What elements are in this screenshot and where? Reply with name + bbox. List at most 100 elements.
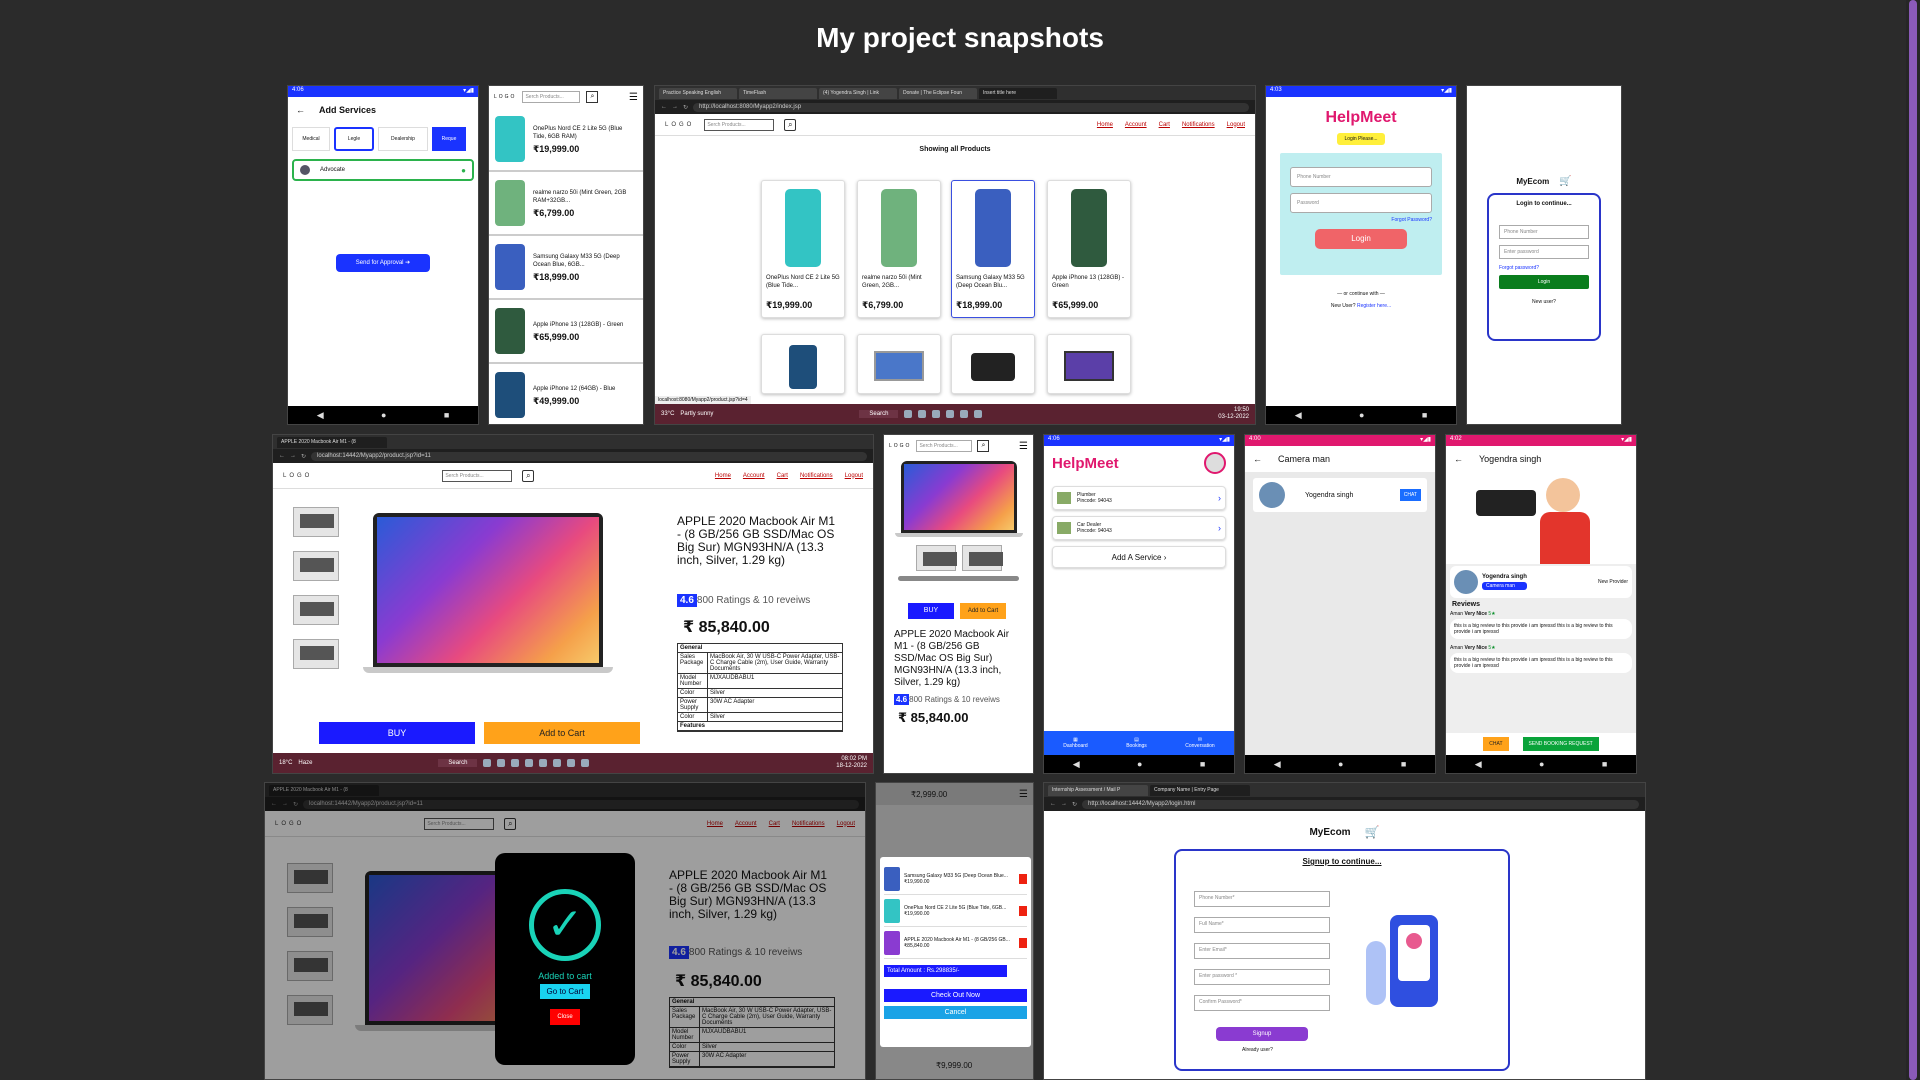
signup-field[interactable]: Full Name* bbox=[1194, 917, 1330, 933]
back-arrow-icon[interactable]: ← bbox=[1454, 454, 1463, 464]
add-to-cart-button[interactable]: Add to Cart bbox=[960, 603, 1006, 619]
app-icon[interactable] bbox=[974, 410, 983, 418]
back-icon[interactable]: ← bbox=[1050, 801, 1056, 807]
back-arrow-icon[interactable]: ← bbox=[1253, 454, 1262, 464]
taskbar-search[interactable]: Search bbox=[438, 759, 478, 767]
snapshot-desktop-product-listing[interactable]: Practice Speaking English TimeFlash (4) Yo… bbox=[654, 85, 1256, 425]
search-input[interactable]: Serch Products... bbox=[442, 469, 513, 482]
product-list-item[interactable]: OnePlus Nord CE 2 Lite 5G (Blue Tide, 6G… bbox=[489, 108, 643, 172]
snapshot-provider-profile[interactable]: 4:02 ▾◢▮ ← Yogendra singh Yogendra singh … bbox=[1445, 434, 1637, 774]
taskbar-search[interactable]: Search bbox=[859, 410, 899, 418]
search-icon[interactable]: ⌕ bbox=[522, 469, 535, 482]
menu-icon[interactable]: ☰ bbox=[629, 92, 638, 103]
app-icon[interactable] bbox=[932, 410, 941, 418]
nav-back-icon[interactable]: ◀ bbox=[1274, 759, 1281, 770]
product-card[interactable] bbox=[951, 334, 1035, 394]
snapshot-add-services[interactable]: 4:06 ▾◢▮ ← Add Services Medical Legle Dea… bbox=[287, 85, 479, 425]
nav-home[interactable]: Home bbox=[715, 473, 731, 479]
product-card[interactable] bbox=[761, 334, 845, 394]
snapshot-added-to-cart[interactable]: APPLE 2020 Macbook Air M1 - (8 ← → ↻ local… bbox=[264, 782, 866, 1080]
signup-field[interactable]: Enter Email* bbox=[1194, 943, 1330, 959]
app-icon[interactable] bbox=[525, 759, 534, 767]
nav-home[interactable]: Home bbox=[1097, 122, 1113, 128]
new-user-link[interactable]: New user? bbox=[1499, 299, 1589, 305]
product-thumbnail[interactable] bbox=[293, 551, 339, 581]
checkout-button[interactable]: Check Out Now bbox=[884, 989, 1027, 1002]
product-thumbnail[interactable] bbox=[293, 507, 339, 537]
delete-icon[interactable] bbox=[1019, 937, 1027, 948]
phone-input[interactable]: Phone Number bbox=[1499, 225, 1589, 239]
thumbnail-scrollbar[interactable] bbox=[898, 576, 1019, 581]
browser-tab[interactable]: (4) Yogendra Singh | Link bbox=[819, 87, 897, 99]
snapshot-cart-summary[interactable]: ₹2,999.00 ☰ Samsung Galaxy M33 5G (Deep … bbox=[875, 782, 1034, 1080]
nav-notifications[interactable]: Notifications bbox=[800, 473, 833, 479]
browser-tab[interactable]: Company Name | Entry Page bbox=[1150, 784, 1250, 796]
back-icon[interactable]: ← bbox=[661, 104, 667, 110]
url-field[interactable]: localhost:14442/Myapp2/product.jsp?id=11 bbox=[311, 451, 867, 461]
nav-logout[interactable]: Logout bbox=[845, 473, 863, 479]
nav-home-icon[interactable]: ● bbox=[381, 410, 386, 420]
add-to-cart-button[interactable]: Add to Cart bbox=[484, 722, 640, 744]
signup-button[interactable]: Signup bbox=[1216, 1027, 1308, 1041]
forward-icon[interactable]: → bbox=[1061, 801, 1067, 807]
nav-recents-icon[interactable]: ■ bbox=[1200, 759, 1205, 769]
product-list-item[interactable]: Samsung Galaxy M33 5G (Deep Ocean Blue, … bbox=[489, 236, 643, 300]
product-card[interactable]: realme narzo 50i (Mint Green, 2GB... ₹6,7… bbox=[857, 180, 941, 318]
nav-home-icon[interactable]: ● bbox=[1137, 759, 1142, 769]
send-approval-button[interactable]: Send for Approval ➔ bbox=[336, 254, 430, 272]
product-list-item[interactable]: realme narzo 50i (Mint Green, 2GB RAM+32… bbox=[489, 172, 643, 236]
snapshot-myecom-login[interactable]: MyEcom 🛒 Login to continue... Phone Numb… bbox=[1466, 85, 1622, 425]
forward-icon[interactable]: → bbox=[290, 453, 296, 459]
add-service-button[interactable]: Add A Service › bbox=[1052, 546, 1226, 568]
reload-icon[interactable]: ↻ bbox=[1072, 801, 1077, 808]
back-arrow-icon[interactable]: ← bbox=[296, 105, 305, 115]
service-card[interactable]: Car Dealer Pincode: 94043 › bbox=[1052, 516, 1226, 540]
login-button[interactable]: Login bbox=[1499, 275, 1589, 289]
back-icon[interactable]: ← bbox=[279, 453, 285, 459]
snapshot-helpmeet-dashboard[interactable]: 4:06 ▾◢▮ HelpMeet Plumber Pincode: 94043 › C… bbox=[1043, 434, 1235, 774]
delete-icon[interactable] bbox=[1019, 905, 1027, 916]
nav-account[interactable]: Account bbox=[1125, 122, 1147, 128]
menu-icon[interactable]: ☰ bbox=[1019, 441, 1028, 452]
snapshot-desktop-signup[interactable]: Internship Assessment / Mail P Company Na… bbox=[1043, 782, 1646, 1080]
browser-tab[interactable]: Practice Speaking English bbox=[659, 87, 737, 99]
nav-back-icon[interactable]: ◀ bbox=[1475, 759, 1482, 770]
scrollbar-thumb[interactable] bbox=[1909, 0, 1917, 1080]
nav-back-icon[interactable]: ◀ bbox=[1073, 759, 1080, 770]
product-thumbnail[interactable] bbox=[293, 595, 339, 625]
search-input[interactable]: Serch Products... bbox=[916, 440, 973, 452]
avatar[interactable] bbox=[1204, 452, 1226, 474]
register-link[interactable]: Register here... bbox=[1357, 303, 1391, 309]
product-card[interactable] bbox=[1047, 334, 1131, 394]
nav-home-icon[interactable]: ● bbox=[1539, 759, 1544, 769]
nav-home-icon[interactable]: ● bbox=[1338, 759, 1343, 769]
nav-logout[interactable]: Logout bbox=[1227, 122, 1245, 128]
search-icon[interactable]: ⌕ bbox=[586, 91, 599, 103]
app-icon[interactable] bbox=[918, 410, 927, 418]
chat-button[interactable]: CHAT bbox=[1483, 737, 1509, 751]
chat-button[interactable]: CHAT bbox=[1399, 489, 1421, 501]
tab-bookings[interactable]: ▤ Bookings bbox=[1126, 737, 1147, 749]
url-field[interactable]: http://localhost:8080/Myapp2/index.jsp bbox=[693, 102, 1249, 112]
app-icon[interactable] bbox=[539, 759, 548, 767]
signup-field[interactable]: Confirm Password* bbox=[1194, 995, 1330, 1011]
snapshot-camera-man-list[interactable]: 4:00 ▾◢▮ ← Camera man Yogendra singh CHAT… bbox=[1244, 434, 1436, 774]
send-booking-request-button[interactable]: SEND BOOKING REQUEST bbox=[1522, 737, 1599, 751]
product-list-item[interactable]: Apple iPhone 12 (64GB) - Blue ₹49,999.00 bbox=[489, 364, 643, 424]
product-list-item[interactable]: Apple iPhone 13 (128GB) - Green ₹65,999.0… bbox=[489, 300, 643, 364]
category-dealership[interactable]: Dealership bbox=[378, 127, 428, 151]
nav-back-icon[interactable]: ◀ bbox=[317, 410, 324, 421]
go-to-cart-button[interactable]: Go to Cart bbox=[540, 984, 590, 999]
forgot-password-link[interactable]: Forgot Password? bbox=[1290, 217, 1432, 223]
close-button[interactable]: Close bbox=[550, 1009, 580, 1025]
nav-recents-icon[interactable]: ■ bbox=[1422, 410, 1427, 420]
nav-back-icon[interactable]: ◀ bbox=[1295, 410, 1302, 421]
app-icon[interactable] bbox=[946, 410, 955, 418]
app-icon[interactable] bbox=[553, 759, 562, 767]
nav-cart[interactable]: Cart bbox=[1159, 122, 1170, 128]
delete-icon[interactable] bbox=[1019, 873, 1027, 884]
login-button[interactable]: Login bbox=[1315, 229, 1407, 249]
nav-notifications[interactable]: Notifications bbox=[1182, 122, 1215, 128]
password-input[interactable]: Enter password bbox=[1499, 245, 1589, 259]
snapshot-mobile-product-list[interactable]: LOGO Serch Products... ⌕ ☰ OnePlus Nord … bbox=[488, 85, 644, 425]
